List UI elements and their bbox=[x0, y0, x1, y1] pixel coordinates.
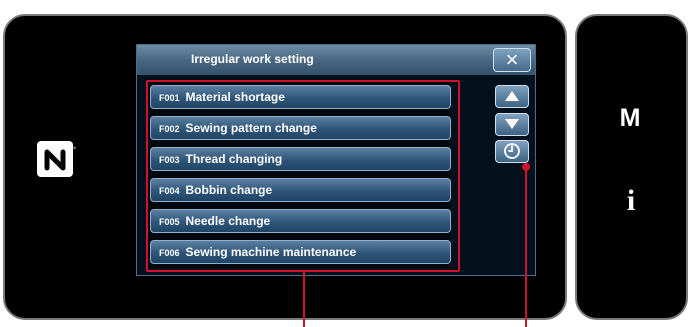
info-key[interactable]: i bbox=[618, 184, 644, 218]
dialog-titlebar: Irregular work setting × bbox=[137, 45, 535, 75]
svg-text:TM: TM bbox=[71, 145, 76, 150]
clock-callout-line bbox=[525, 168, 527, 327]
clock-icon bbox=[504, 143, 520, 159]
m-key[interactable]: M bbox=[614, 104, 646, 133]
scroll-down-button[interactable] bbox=[495, 113, 529, 136]
down-arrow-icon bbox=[505, 119, 519, 129]
list-callout-line bbox=[303, 272, 305, 327]
close-icon: × bbox=[505, 47, 519, 72]
list-callout-box bbox=[146, 80, 460, 272]
side-key-panel bbox=[575, 14, 688, 320]
close-button[interactable]: × bbox=[493, 48, 531, 72]
dialog-title: Irregular work setting bbox=[191, 52, 314, 66]
scroll-up-button[interactable] bbox=[495, 85, 529, 108]
clock-button[interactable] bbox=[495, 140, 529, 163]
nfc-icon: TM bbox=[37, 141, 76, 177]
up-arrow-icon bbox=[505, 91, 519, 101]
